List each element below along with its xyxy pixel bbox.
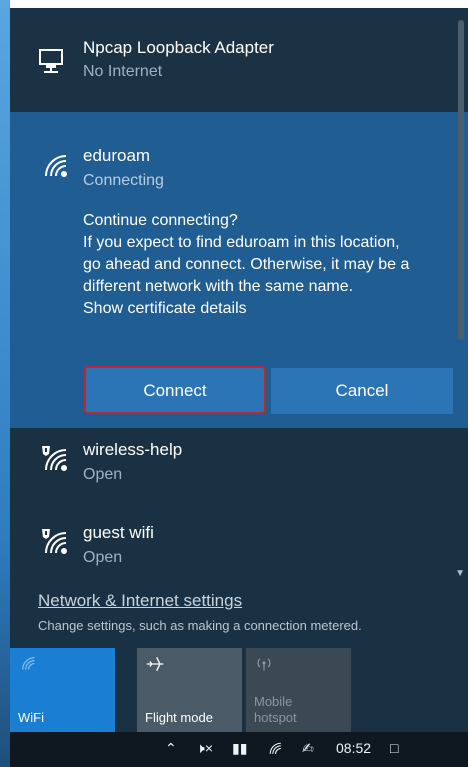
network-wifi-icon: [269, 742, 281, 754]
connect-button[interactable]: Connect: [84, 366, 266, 414]
chevron-up-icon[interactable]: ⌃: [165, 740, 177, 757]
network-name: Npcap Loopback Adapter: [83, 38, 274, 57]
flight-mode-tile[interactable]: Flight mode: [137, 648, 242, 732]
ethernet-icon: [39, 49, 63, 73]
notification-icon[interactable]: □: [390, 740, 398, 756]
tile-label: WiFi: [18, 710, 44, 725]
show-certificate-link[interactable]: Show certificate details: [83, 298, 453, 320]
volume-muted-icon[interactable]: 🕨×: [196, 740, 213, 757]
desktop-wallpaper: [0, 0, 10, 767]
wifi-toggle-tile[interactable]: WiFi: [10, 648, 115, 732]
tile-label: Flight mode: [145, 710, 213, 725]
network-status: No Internet: [83, 63, 163, 80]
network-status: Open: [83, 466, 123, 483]
prompt-question: Continue connecting?: [83, 212, 238, 229]
network-item-npcap[interactable]: Npcap Loopback Adapter No Internet: [10, 8, 468, 113]
connection-prompt: Continue connecting? If you expect to fi…: [83, 210, 453, 320]
wifi-warning-icon: [42, 446, 67, 471]
wifi-warning-icon: [42, 529, 67, 554]
wifi-icon: [22, 657, 35, 670]
scroll-down-arrow-icon[interactable]: ▼: [455, 568, 465, 579]
network-name: guest wifi: [83, 523, 154, 542]
network-flyout: Npcap Loopback Adapter No Internet eduro…: [10, 8, 468, 732]
tile-label-line: hotspot: [254, 710, 297, 725]
prompt-text: go ahead and connect. Otherwise, it may …: [83, 256, 410, 273]
taskbar: ⌃ 🕨× ▮▮ ✍ 08:52 □: [10, 732, 468, 767]
network-name: wireless-help: [83, 440, 183, 459]
clock-time[interactable]: 08:52: [336, 740, 371, 756]
network-status: Connecting: [83, 172, 164, 189]
network-icon[interactable]: [266, 740, 284, 759]
scrollbar[interactable]: [458, 20, 464, 340]
cancel-button[interactable]: Cancel: [271, 368, 453, 414]
wifi-icon: [45, 155, 67, 177]
hotspot-icon: [257, 658, 271, 671]
tile-label: Mobile hotspot: [254, 694, 297, 726]
network-settings-description: Change settings, such as making a connec…: [38, 618, 362, 633]
network-item-wireless-help[interactable]: wireless-help Open: [10, 428, 468, 508]
network-name: eduroam: [83, 146, 151, 165]
network-item-guest-wifi[interactable]: guest wifi Open: [10, 511, 468, 591]
mobile-hotspot-tile[interactable]: Mobile hotspot: [246, 648, 351, 732]
airplane-icon: [146, 657, 164, 671]
tile-label-line: Mobile: [254, 694, 293, 709]
prompt-text: different network with the same name.: [83, 278, 354, 295]
network-status: Open: [83, 549, 123, 566]
network-settings-link[interactable]: Network & Internet settings: [38, 591, 242, 611]
battery-icon[interactable]: ▮▮: [232, 740, 247, 757]
prompt-text: If you expect to find eduroam in this lo…: [83, 234, 400, 251]
network-item-eduroam[interactable]: eduroam Connecting Continue connecting? …: [10, 112, 468, 428]
pen-icon[interactable]: ✍: [302, 740, 314, 757]
